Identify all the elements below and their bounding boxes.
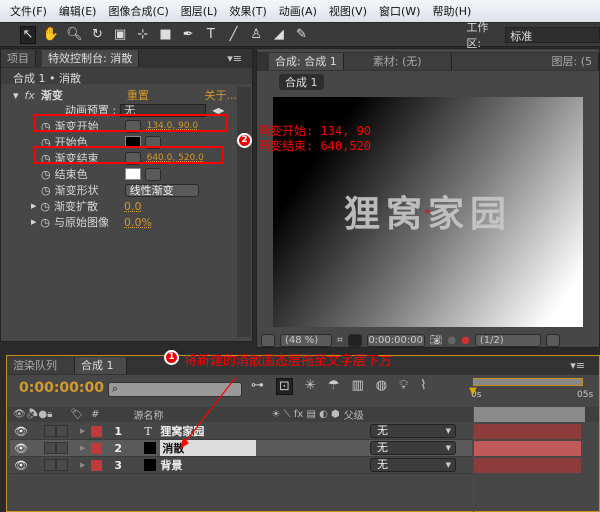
annotation-arrow xyxy=(180,376,237,449)
